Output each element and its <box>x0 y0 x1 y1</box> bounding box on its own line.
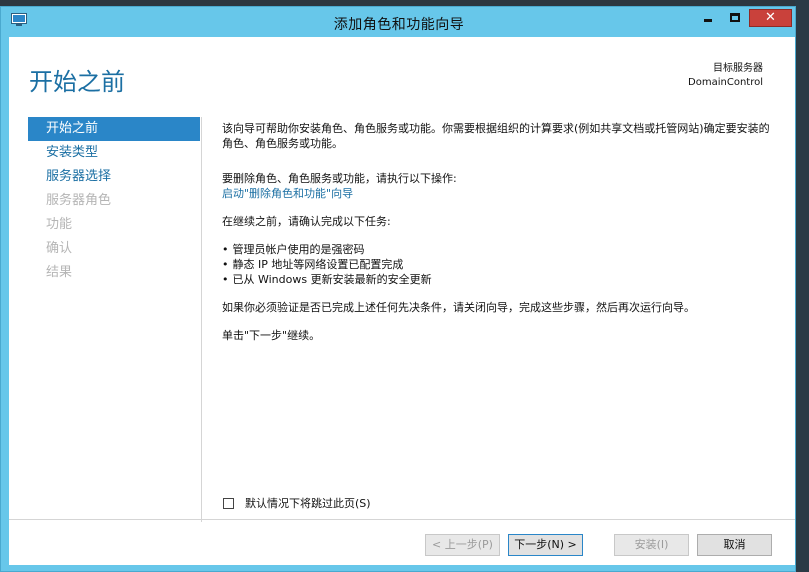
nav-item-before-you-begin[interactable]: 开始之前 <box>28 117 200 141</box>
remove-roles-link[interactable]: 启动"删除角色和功能"向导 <box>222 187 353 200</box>
task-list: 管理员帐户使用的是强密码 静态 IP 地址等网络设置已配置完成 已从 Windo… <box>222 242 777 287</box>
close-button[interactable]: ✕ <box>749 9 792 27</box>
intro-text: 该向导可帮助你安装角色、角色服务或功能。你需要根据组织的计算要求(例如共享文档或… <box>222 122 770 150</box>
minimize-button[interactable] <box>695 9 721 27</box>
page-title: 开始之前 <box>29 68 125 96</box>
remove-prompt: 要删除角色、角色服务或功能，请执行以下操作: <box>222 172 457 185</box>
skip-page-checkbox[interactable] <box>223 497 234 509</box>
list-item: 已从 Windows 更新安装最新的安全更新 <box>222 272 777 287</box>
skip-page-option[interactable]: 默认情况下将跳过此页(S) <box>223 495 371 511</box>
verify-note: 如果你必须验证是否已完成上述任何先决条件，请关闭向导，完成这些步骤，然后再次运行… <box>222 301 695 314</box>
nav-item-server-selection[interactable]: 服务器选择 <box>28 165 200 189</box>
nav-divider <box>201 117 202 522</box>
maximize-icon <box>730 13 740 22</box>
target-server-info: 目标服务器 DomainControl <box>688 62 763 90</box>
wizard-client-area: 开始之前 目标服务器 DomainControl 开始之前 安装类型 服务器选择… <box>9 37 795 565</box>
list-item: 管理员帐户使用的是强密码 <box>222 242 777 257</box>
target-server-label: 目标服务器 <box>713 63 763 74</box>
wizard-nav: 开始之前 安装类型 服务器选择 服务器角色 功能 确认 结果 <box>28 117 200 285</box>
desktop-edge <box>795 0 809 572</box>
nav-item-features: 功能 <box>46 217 73 232</box>
title-bar[interactable]: 添加角色和功能向导 ✕ <box>1 7 797 37</box>
nav-item-server-roles: 服务器角色 <box>46 193 112 208</box>
nav-item-results: 结果 <box>46 265 73 280</box>
content-pane: 该向导可帮助你安装角色、角色服务或功能。你需要根据组织的计算要求(例如共享文档或… <box>222 121 777 343</box>
close-icon: ✕ <box>765 10 776 25</box>
target-server-name: DomainControl <box>688 77 763 88</box>
previous-button[interactable]: < 上一步(P) <box>425 534 500 556</box>
nav-item-installation-type[interactable]: 安装类型 <box>28 141 200 165</box>
list-item: 静态 IP 地址等网络设置已配置完成 <box>222 257 777 272</box>
verify-prompt: 在继续之前，请确认完成以下任务: <box>222 215 391 228</box>
continue-note: 单击"下一步"继续。 <box>222 329 321 342</box>
cancel-button[interactable]: 取消 <box>697 534 772 556</box>
minimize-icon <box>704 19 712 22</box>
wizard-window: 添加角色和功能向导 ✕ 开始之前 目标服务器 DomainControl 开始之… <box>0 6 796 572</box>
next-button[interactable]: 下一步(N) > <box>508 534 583 556</box>
nav-item-confirmation: 确认 <box>46 241 73 256</box>
maximize-button[interactable] <box>722 9 748 27</box>
footer-divider <box>9 519 795 520</box>
install-button[interactable]: 安装(I) <box>614 534 689 556</box>
window-title: 添加角色和功能向导 <box>333 17 465 33</box>
skip-page-label: 默认情况下将跳过此页(S) <box>245 497 371 510</box>
